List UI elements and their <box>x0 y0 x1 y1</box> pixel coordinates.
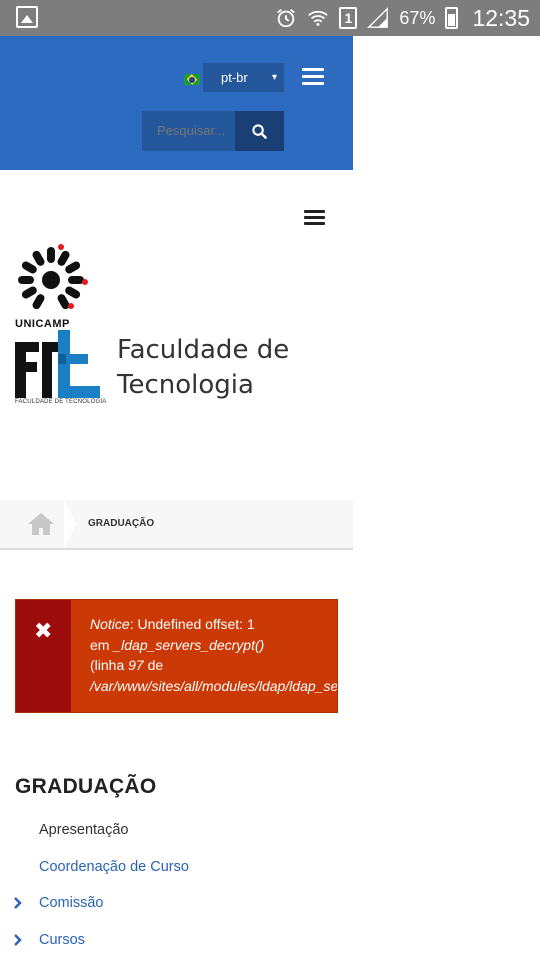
chevron-right-icon <box>14 897 22 909</box>
search-button[interactable] <box>235 111 284 151</box>
notice-line3-prefix: (linha <box>90 657 129 673</box>
header-menu-button[interactable] <box>302 68 326 86</box>
faculty-name-line2: Tecnologia <box>117 370 254 400</box>
nav-item-apresentacao[interactable]: Apresentação <box>0 812 353 849</box>
notice-message: Notice: Undefined offset: 1 em _ldap_ser… <box>90 614 338 696</box>
error-notice: ✖ Notice: Undefined offset: 1 em _ldap_s… <box>15 599 338 713</box>
battery-icon <box>445 7 459 29</box>
notice-line3-suffix: de <box>143 657 164 673</box>
notice-function: _ldap_servers_decrypt() <box>113 636 265 653</box>
wifi-icon <box>308 10 329 26</box>
notice-icon-panel: ✖ <box>16 600 71 712</box>
chevron-down-icon: ▾ <box>271 72 277 83</box>
hamburger-icon <box>304 210 325 213</box>
nav-item-label: Coordenação de Curso <box>39 858 189 875</box>
nav-item-label: Cursos <box>39 931 85 948</box>
brazil-flag-icon <box>184 74 200 85</box>
nav-item-cursos[interactable]: Cursos <box>0 922 353 959</box>
chevron-right-icon <box>14 933 22 946</box>
battery-percentage: 67% <box>399 7 436 28</box>
status-icons: 1 67% 12:35 <box>275 0 530 36</box>
close-icon: ✖ <box>34 618 53 643</box>
section-title: GRADUAÇÃO <box>15 775 157 798</box>
unicamp-logo <box>18 244 88 310</box>
ft-small-label: FACULDADE DE TECNOLOGIA <box>15 399 107 405</box>
language-select[interactable]: pt-br ▾ <box>203 63 284 92</box>
search-input[interactable] <box>142 111 235 151</box>
nav-item-comissao[interactable]: Comissão <box>0 885 353 922</box>
status-bar: 1 67% 12:35 <box>0 0 540 36</box>
gallery-icon <box>16 6 38 28</box>
section-nav: Apresentação Coordenação de Curso Comiss… <box>0 812 353 958</box>
faculty-name-line1: Faculdade de <box>117 335 290 365</box>
nav-item-label: Apresentação <box>39 822 129 838</box>
signal-icon <box>367 7 389 28</box>
alarm-icon <box>277 9 296 28</box>
notice-path: /var/www/sites/all/modules/ldap/ldap_se <box>90 677 338 694</box>
ft-logo <box>15 330 100 398</box>
notice-label: Notice <box>90 616 130 632</box>
language-value: pt-br <box>221 70 248 85</box>
faculty-name: Faculdade de Tecnologia <box>117 333 289 403</box>
sim-icon: 1 <box>339 7 358 29</box>
notice-text: : Undefined offset: 1 <box>129 616 255 632</box>
hamburger-icon <box>302 68 324 71</box>
nav-item-coordenacao[interactable]: Coordenação de Curso <box>0 849 353 886</box>
nav-item-label: Comissão <box>39 895 104 911</box>
home-icon[interactable] <box>27 512 55 536</box>
breadcrumb: GRADUAÇÃO <box>0 500 353 550</box>
breadcrumb-divider <box>64 500 76 548</box>
breadcrumb-current: GRADUAÇÃO <box>88 518 155 529</box>
clock: 12:35 <box>472 4 530 31</box>
search-icon <box>252 124 267 139</box>
notice-line2-prefix: em <box>90 636 114 653</box>
main-menu-button[interactable] <box>304 210 326 226</box>
notice-line-number: 97 <box>128 657 144 673</box>
